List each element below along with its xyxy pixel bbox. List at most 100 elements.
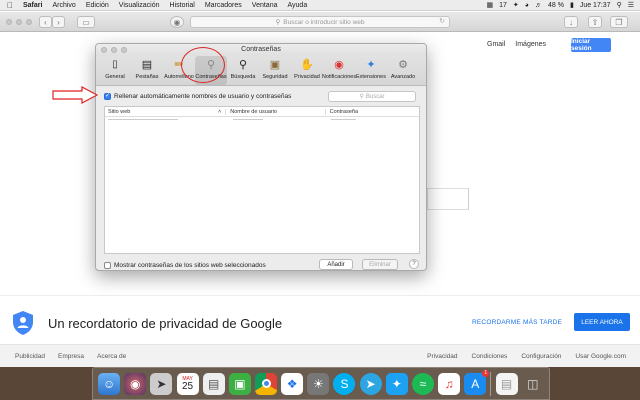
reader-icon[interactable]: ◉ (170, 16, 184, 28)
show-passwords-checkbox[interactable] (104, 261, 111, 269)
tab-privacidad[interactable]: ✋ Privacidad (291, 56, 323, 85)
tab-general[interactable]: ▯ General (99, 56, 131, 85)
tab-notificaciones[interactable]: ◉ Notificaciones (322, 56, 356, 85)
prefs-close-button[interactable] (101, 47, 107, 53)
launchpad-icon[interactable]: ➤ (150, 372, 173, 395)
minimize-window-button[interactable] (16, 19, 22, 25)
autofill-label: Rellenar automáticamente nombres de usua… (114, 93, 292, 100)
menu-marcadores[interactable]: Marcadores (200, 2, 247, 9)
lock-icon: ▣ (269, 59, 281, 71)
menu-app-safari[interactable]: Safari (18, 2, 47, 9)
arrow-annotation (52, 86, 98, 104)
password-search-field[interactable]: ⚲ Buscar (328, 91, 416, 102)
menu-ayuda[interactable]: Ayuda (282, 2, 312, 9)
forward-button[interactable]: › (52, 16, 65, 28)
facetime-icon[interactable]: ▣ (228, 372, 251, 395)
trash-icon[interactable]: ◫ (522, 373, 544, 395)
share-icon[interactable]: ⇧ (588, 16, 602, 28)
address-bar-placeholder: Buscar o introducir sitio web (283, 18, 365, 26)
apple-icon[interactable]:  (0, 1, 18, 10)
menu-archivo[interactable]: Archivo (47, 2, 80, 9)
tab-extensiones[interactable]: ✦ Extensiones (355, 56, 387, 85)
menu-historial[interactable]: Historial (165, 2, 200, 9)
footer-advertising-link[interactable]: Publicidad (15, 353, 45, 360)
twitter-icon[interactable]: ✦ (385, 372, 408, 395)
tabs-overview-icon[interactable]: ❐ (610, 16, 628, 28)
notification-icon[interactable]: ▦ (486, 1, 493, 9)
notes-icon[interactable]: ▤ (202, 372, 225, 395)
notification-center-icon[interactable]: ☰ (628, 1, 634, 9)
menu-edicion[interactable]: Edición (81, 2, 114, 9)
skype-icon[interactable]: S (333, 372, 356, 395)
prefs-minimize-button[interactable] (111, 47, 117, 53)
footer-privacy-link[interactable]: Privacidad (427, 353, 457, 360)
show-passwords-label: Mostrar contraseñas de los sitios web se… (114, 261, 266, 269)
tab-pestanas[interactable]: ▤ Pestañas (131, 56, 163, 85)
remove-button[interactable]: Eliminar (362, 259, 398, 270)
telegram-icon[interactable]: ➤ (359, 372, 382, 395)
back-button[interactable]: ‹ (39, 16, 52, 28)
zoom-window-button[interactable] (26, 19, 32, 25)
table-row[interactable] (105, 117, 419, 121)
siri-icon[interactable]: ◉ (124, 372, 147, 395)
help-button[interactable]: ? (409, 259, 419, 269)
volume-icon[interactable]: ♬ (535, 2, 542, 9)
browser-toolbar: ‹ › ▭ ◉ ⚲ Buscar o introducir sitio web … (0, 12, 640, 32)
menu-ventana[interactable]: Ventana (247, 2, 283, 9)
highlight-circle-annotation (181, 47, 225, 83)
read-now-button[interactable]: LEER AHORA (574, 313, 630, 331)
column-website[interactable]: Sitio web ˄ (105, 108, 227, 115)
tab-general-label: General (105, 74, 125, 80)
footer-about-link[interactable]: Acerca de (97, 353, 126, 360)
spotlight-icon[interactable]: ⚲ (617, 1, 622, 9)
autofill-option[interactable]: ✓ Rellenar automáticamente nombres de us… (104, 93, 291, 100)
signin-button[interactable]: Iniciar sesión (571, 38, 611, 52)
clock[interactable]: Jue 17:37 (580, 2, 611, 9)
sidebar-icon[interactable]: ▭ (77, 16, 95, 28)
notification-count: 17 (499, 1, 507, 9)
chrome-icon[interactable] (255, 372, 278, 395)
safari-icon[interactable]: ❖ (281, 372, 304, 395)
search-box[interactable] (427, 188, 469, 210)
calendar-icon[interactable]: MAY 25 (176, 372, 199, 395)
tab-seguridad[interactable]: ▣ Seguridad (259, 56, 291, 85)
privacy-reminder-text: Un recordatorio de privacidad de Google (48, 316, 283, 331)
bluetooth-icon[interactable]: ✦ (513, 1, 519, 9)
spotify-icon[interactable]: ≈ (411, 372, 434, 395)
tab-seguridad-label: Seguridad (262, 74, 288, 80)
reload-icon[interactable]: ↻ (439, 17, 445, 25)
photos-icon[interactable]: ☀ (307, 372, 330, 395)
menubar:  Safari Archivo Edición Visualización H… (0, 0, 640, 11)
wifi-icon[interactable]: ◕ (525, 2, 529, 9)
close-window-button[interactable] (6, 19, 12, 25)
gmail-link[interactable]: Gmail (487, 41, 505, 48)
download-icon[interactable]: ↓ (564, 16, 578, 28)
column-password[interactable]: Contraseña (326, 109, 419, 115)
footer-terms-link[interactable]: Condiciones (472, 353, 508, 360)
prefs-zoom-button[interactable] (121, 47, 127, 53)
calendar-day: 25 (181, 380, 194, 392)
images-link[interactable]: Imágenes (515, 41, 546, 48)
footer-business-link[interactable]: Empresa (58, 353, 84, 360)
tab-avanzado[interactable]: ⚙ Avanzado (387, 56, 419, 85)
autofill-checkbox[interactable]: ✓ (104, 93, 111, 100)
add-button[interactable]: Añadir (319, 259, 353, 270)
magnifier-icon: ⚲ (238, 59, 248, 71)
footer-settings-link[interactable]: Configuración (521, 353, 561, 360)
address-bar[interactable]: ⚲ Buscar o introducir sitio web ↻ (190, 16, 450, 28)
table-header: Sitio web ˄ Nombre de usuario Contraseña (105, 107, 419, 117)
finder-icon[interactable]: ☺ (98, 372, 121, 395)
passwords-pane: ✓ Rellenar automáticamente nombres de us… (96, 87, 426, 270)
tab-busqueda[interactable]: ⚲ Búsqueda (227, 56, 259, 85)
battery-percent[interactable]: 48 % (548, 2, 564, 9)
footer-google-com-link[interactable]: Usar Google.com (575, 353, 626, 360)
music-icon[interactable]: ♫ (438, 372, 461, 395)
remind-later-button[interactable]: RECORDARME MÁS TARDE (472, 319, 562, 326)
column-username[interactable]: Nombre de usuario (226, 108, 326, 115)
tab-extensiones-label: Extensiones (356, 74, 386, 80)
menu-visualizacion[interactable]: Visualización (114, 2, 165, 9)
document-icon[interactable]: ▤ (495, 372, 518, 395)
app-store-icon[interactable]: A1 (464, 369, 490, 395)
battery-icon: ▮ (569, 2, 574, 9)
passwords-table[interactable]: Sitio web ˄ Nombre de usuario Contraseña (104, 106, 420, 254)
